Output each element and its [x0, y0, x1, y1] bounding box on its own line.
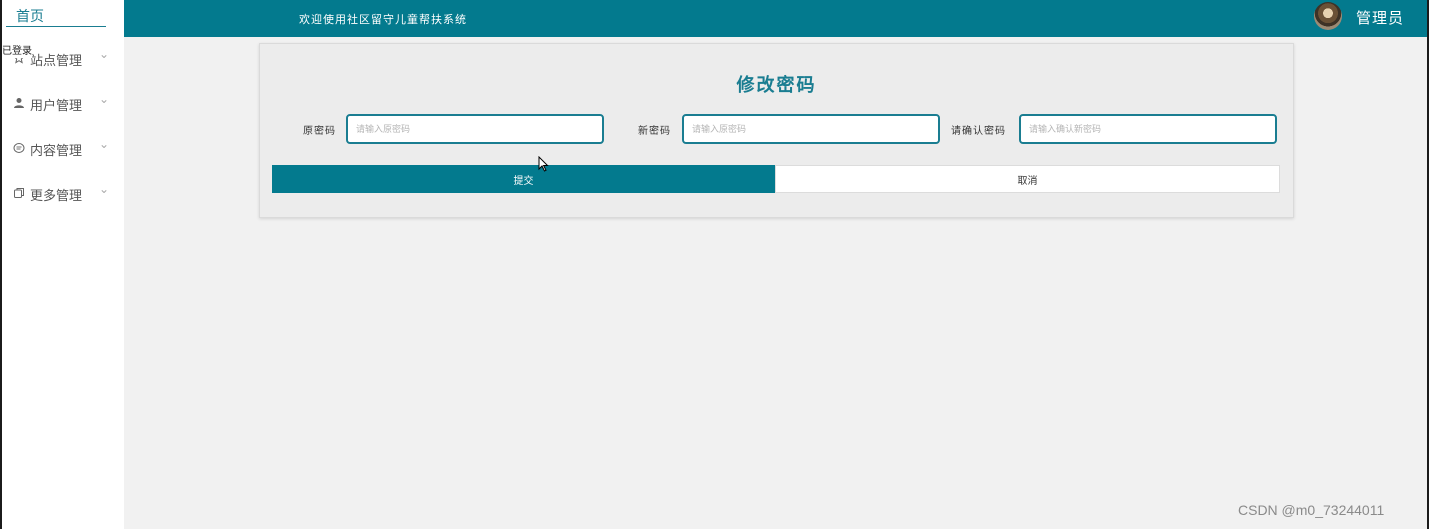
old-password-label: 原密码 — [303, 126, 336, 137]
confirm-password-input[interactable] — [1019, 114, 1277, 144]
password-form-card: 修改密码 原密码 新密码 请确认密码 提交 取消 — [259, 43, 1294, 218]
sidebar-item-label: 内容管理 — [30, 144, 83, 159]
chevron-down-icon: ⌄ — [99, 182, 110, 196]
avatar[interactable] — [1314, 2, 1342, 30]
sidebar-item-more[interactable]: 更多管理 ⌄ — [2, 180, 124, 206]
sidebar-home-label: 首页 — [16, 9, 44, 25]
user-icon — [12, 96, 25, 109]
sidebar-item-content[interactable]: 内容管理 ⌄ — [2, 135, 124, 161]
chevron-down-icon: ⌄ — [99, 92, 110, 106]
system-title: 欢迎使用社区留守儿童帮扶系统 — [299, 13, 467, 26]
chat-icon — [12, 141, 25, 154]
copy-icon — [12, 186, 25, 199]
confirm-password-label: 请确认密码 — [951, 126, 1006, 137]
chevron-down-icon: ⌄ — [99, 47, 110, 61]
sidebar-item-label: 更多管理 — [30, 189, 83, 204]
chevron-down-icon: ⌄ — [99, 137, 110, 151]
new-password-label: 新密码 — [638, 126, 671, 137]
main-content: 修改密码 原密码 新密码 请确认密码 提交 取消 — [124, 37, 1427, 529]
user-role-label[interactable]: 管理员 — [1356, 7, 1404, 28]
sidebar-item-users[interactable]: 用户管理 ⌄ — [2, 90, 124, 116]
sidebar-item-label: 站点管理 — [30, 54, 83, 69]
mouse-cursor-icon — [538, 155, 549, 176]
tooltip: 已登录 — [2, 46, 32, 58]
cancel-button[interactable]: 取消 — [775, 165, 1280, 193]
watermark: CSDN @m0_73244011 — [1238, 502, 1385, 518]
old-password-input[interactable] — [346, 114, 604, 144]
sidebar-item-label: 用户管理 — [30, 99, 83, 114]
top-header: 欢迎使用社区留守儿童帮扶系统 管理员 — [124, 0, 1427, 37]
sidebar: 首页 站点管理 ⌄ 已登录 用户管理 ⌄ 内容管理 ⌄ 更多管理 ⌄ — [2, 0, 125, 529]
page-title: 修改密码 — [736, 75, 817, 96]
new-password-input[interactable] — [682, 114, 940, 144]
sidebar-home[interactable]: 首页 — [6, 2, 106, 27]
submit-button[interactable]: 提交 — [272, 165, 775, 193]
